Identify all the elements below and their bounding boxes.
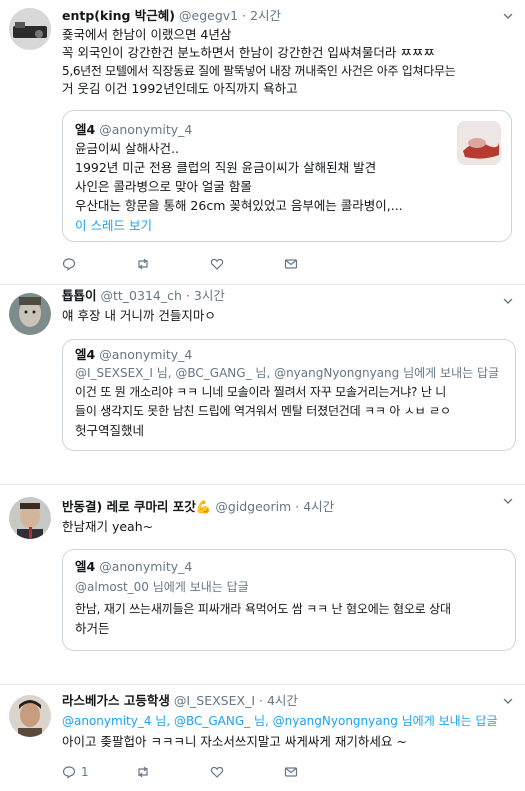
like-button[interactable] bbox=[210, 765, 284, 779]
tweet[interactable]: entp(king 박근혜) @egegv1 · 2시간 죶국에서 한남이 이랬… bbox=[0, 0, 525, 285]
quoted-handle: @anonymity_4 bbox=[99, 122, 193, 137]
tweet-header: entp(king 박근혜) @egegv1 · 2시간 bbox=[62, 8, 282, 23]
user-handle[interactable]: @tt_0314_ch bbox=[101, 288, 182, 303]
timestamp[interactable]: 4시간 bbox=[267, 693, 298, 708]
tweet-header: 툡툡이 @tt_0314_ch · 3시간 bbox=[62, 288, 225, 303]
tweet-header: 라스베가스 고등학생 @I_SEXSEX_I · 4시간 bbox=[62, 693, 298, 708]
tweet-text: 한남재기 yeah~ bbox=[62, 519, 154, 534]
quoted-tweet[interactable]: 엘4 @anonymity_4 @I_SEXSEX_I 님, @BC_GANG_… bbox=[62, 339, 516, 451]
display-name[interactable]: 툡툡이 bbox=[62, 288, 97, 303]
avatar[interactable] bbox=[9, 497, 51, 539]
reply-icon bbox=[62, 766, 76, 779]
display-name[interactable]: entp(king 박근혜) bbox=[62, 8, 175, 23]
avatar[interactable] bbox=[9, 293, 51, 335]
quoted-text: 이건 또 뭔 개소리야 ㅋㅋ 니네 모솔이라 찔려서 자꾸 모솔거리는거냐? 난… bbox=[75, 385, 451, 438]
quoted-text: 한남, 재기 쓰는새끼들은 피싸개라 욕먹어도 쌈 ㅋㅋ 난 혐오에는 혐오로 … bbox=[75, 602, 451, 636]
avatar[interactable] bbox=[9, 8, 51, 50]
reply-icon bbox=[62, 258, 76, 271]
quoted-tweet[interactable]: 엘4 @anonymity_4 윤금이씨 살해사건.. 1992년 미군 전용 … bbox=[62, 110, 512, 242]
tweet-actions: 1 bbox=[62, 765, 358, 779]
reply-to-label[interactable]: @anonymity_4 님, @BC_GANG_ 님, @nyangNyong… bbox=[62, 712, 515, 731]
like-button[interactable] bbox=[210, 257, 284, 271]
user-handle[interactable]: @egegv1 bbox=[179, 8, 238, 23]
retweet-icon bbox=[138, 766, 148, 778]
quoted-display-name: 엘4 bbox=[75, 559, 96, 574]
quoted-tweet[interactable]: 엘4 @anonymity_4 @almost_00 님에게 보내는 답글 한남… bbox=[62, 549, 516, 651]
display-name[interactable]: 라스베가스 고등학생 bbox=[62, 693, 170, 708]
timestamp[interactable]: 4시간 bbox=[303, 499, 334, 514]
avatar[interactable] bbox=[9, 695, 51, 737]
tweet[interactable]: 라스베가스 고등학생 @I_SEXSEX_I · 4시간 @anonymity_… bbox=[0, 685, 525, 791]
quoted-display-name: 엘4 bbox=[75, 122, 96, 137]
quoted-handle: @anonymity_4 bbox=[99, 347, 193, 362]
tweet-header: 반동결) 레로 쿠마리 포갓💪 @gidgeorim · 4시간 bbox=[62, 499, 335, 514]
quoted-thumbnail[interactable] bbox=[457, 121, 501, 165]
tweet[interactable]: 반동결) 레로 쿠마리 포갓💪 @gidgeorim · 4시간 한남재기 ye… bbox=[0, 485, 525, 685]
envelope-icon bbox=[284, 259, 298, 269]
reply-to-label: @I_SEXSEX_I 님, @BC_GANG_ 님, @nyangNyongn… bbox=[75, 366, 500, 380]
show-thread-link[interactable]: 이 스레드 보기 bbox=[75, 217, 455, 235]
timestamp[interactable]: 3시간 bbox=[194, 288, 225, 303]
reply-to-label: @almost_00 님에게 보내는 답글 bbox=[75, 580, 249, 594]
user-handle[interactable]: @gidgeorim bbox=[215, 499, 291, 514]
heart-icon bbox=[210, 766, 224, 778]
retweet-button[interactable] bbox=[136, 257, 210, 271]
reply-button[interactable] bbox=[62, 257, 136, 271]
tweet-text: 아이고 좆팔헙아 ㅋㅋㅋ니 자소서쓰지말고 싸게싸게 재기하세요 ~ bbox=[62, 734, 407, 749]
quoted-text: 윤금이씨 살해사건.. 1992년 미군 전용 클럽의 직원 윤금이씨가 살해된… bbox=[75, 141, 403, 213]
direct-message-button[interactable] bbox=[284, 765, 358, 779]
quoted-handle: @anonymity_4 bbox=[99, 559, 193, 574]
reply-button[interactable]: 1 bbox=[62, 765, 136, 779]
tweet-actions bbox=[62, 257, 358, 271]
timestamp[interactable]: 2시간 bbox=[250, 8, 281, 23]
tweet[interactable]: 툡툡이 @tt_0314_ch · 3시간 얘 후장 내 거니까 건들지마ㅇ 엘… bbox=[0, 285, 525, 485]
tweet-text: 얘 후장 내 거니까 건들지마ㅇ bbox=[62, 308, 216, 323]
reply-count: 1 bbox=[81, 765, 89, 779]
retweet-button[interactable] bbox=[136, 765, 210, 779]
envelope-icon bbox=[284, 767, 298, 777]
heart-icon bbox=[210, 258, 224, 270]
retweet-icon bbox=[138, 258, 148, 270]
direct-message-button[interactable] bbox=[284, 257, 358, 271]
user-handle[interactable]: @I_SEXSEX_I bbox=[174, 693, 255, 708]
quoted-display-name: 엘4 bbox=[75, 347, 96, 362]
display-name[interactable]: 반동결) 레로 쿠마리 포갓💪 bbox=[62, 499, 211, 514]
tweet-text: 죶국에서 한남이 이랬으면 4년삼 꼭 외국인이 강간한건 분노하면서 한남이 … bbox=[62, 27, 456, 96]
